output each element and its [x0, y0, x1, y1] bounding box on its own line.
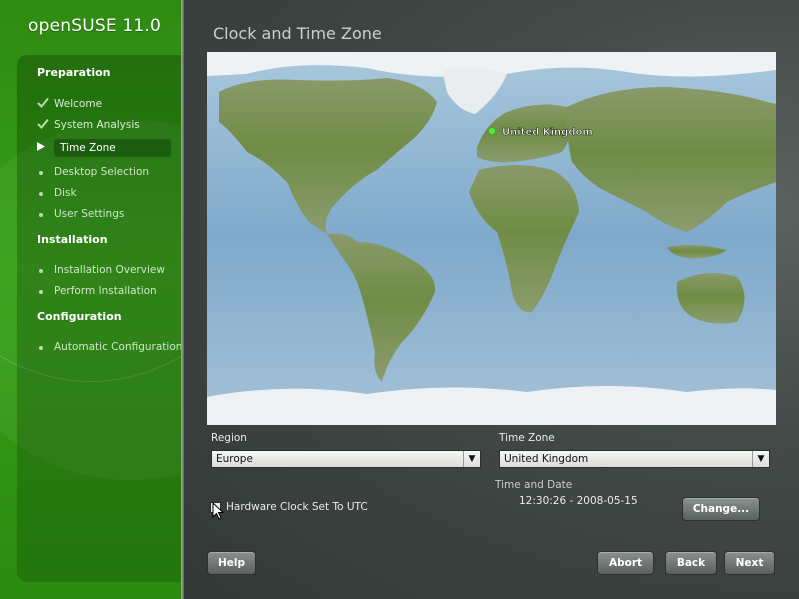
bullet-dot-icon — [39, 171, 43, 175]
timezone-select[interactable]: United Kingdom ▼ — [499, 450, 770, 468]
step-system-analysis: System Analysis — [37, 118, 140, 132]
step-label: Welcome — [54, 98, 103, 110]
change-button[interactable]: Change... — [682, 497, 760, 521]
chevron-down-icon: ▼ — [752, 451, 769, 467]
help-button[interactable]: Help — [207, 551, 256, 575]
time-date-value: 12:30:26 - 2008-05-15 — [519, 495, 638, 507]
step-label: System Analysis — [54, 119, 140, 131]
group-title-configuration: Configuration — [37, 310, 122, 323]
page-title: Clock and Time Zone — [213, 24, 382, 43]
bullet-dot-icon — [39, 290, 43, 294]
sidebar: openSUSE 11.0 Preparation Welcome System… — [0, 0, 181, 599]
world-map[interactable]: United Kingdom — [207, 52, 776, 425]
bullet-dot-icon — [39, 192, 43, 196]
step-label: Time Zone — [54, 139, 171, 157]
checkmark-icon — [37, 97, 54, 111]
step-time-zone: Time Zone — [37, 139, 171, 157]
step-label: Desktop Selection — [54, 166, 150, 178]
app-logo: openSUSE 11.0 — [28, 16, 162, 36]
selected-location-label: United Kingdom — [502, 127, 593, 138]
region-value: Europe — [216, 453, 253, 465]
utc-checkbox-label[interactable]: Hardware Clock Set To UTC — [226, 501, 368, 513]
group-title-preparation: Preparation — [37, 66, 111, 79]
region-select[interactable]: Europe ▼ — [211, 450, 481, 468]
back-button[interactable]: Back — [665, 551, 717, 575]
step-automatic-configuration: Automatic Configuration — [37, 341, 181, 353]
step-label: Automatic Configuration — [54, 341, 181, 353]
step-label: Perform Installation — [54, 285, 157, 297]
abort-button[interactable]: Abort — [597, 551, 654, 575]
chevron-down-icon: ▼ — [463, 451, 480, 467]
checkmark-icon — [37, 118, 54, 132]
bullet-dot-icon — [39, 213, 43, 217]
play-arrow-icon — [37, 142, 54, 154]
step-perform-installation: Perform Installation — [37, 285, 157, 297]
antarctica — [207, 386, 776, 425]
main-area: Clock and Time Zone United Kingdom Regio… — [184, 0, 799, 599]
selected-location-marker[interactable] — [489, 128, 495, 134]
region-label: Region — [211, 432, 247, 444]
step-label: User Settings — [54, 208, 125, 220]
mouse-cursor-icon — [212, 502, 224, 520]
next-button[interactable]: Next — [724, 551, 775, 575]
bullet-dot-icon — [39, 269, 43, 273]
timezone-label: Time Zone — [499, 432, 555, 444]
time-date-label: Time and Date — [495, 479, 573, 491]
step-welcome: Welcome — [37, 97, 102, 111]
bullet-dot-icon — [39, 346, 43, 350]
step-label: Disk — [54, 187, 77, 199]
step-user-settings: User Settings — [37, 208, 124, 220]
step-desktop-selection: Desktop Selection — [37, 166, 149, 178]
group-title-installation: Installation — [37, 233, 108, 246]
step-label: Installation Overview — [54, 264, 165, 276]
step-installation-overview: Installation Overview — [37, 264, 165, 276]
step-disk: Disk — [37, 187, 77, 199]
timezone-value: United Kingdom — [504, 453, 589, 465]
